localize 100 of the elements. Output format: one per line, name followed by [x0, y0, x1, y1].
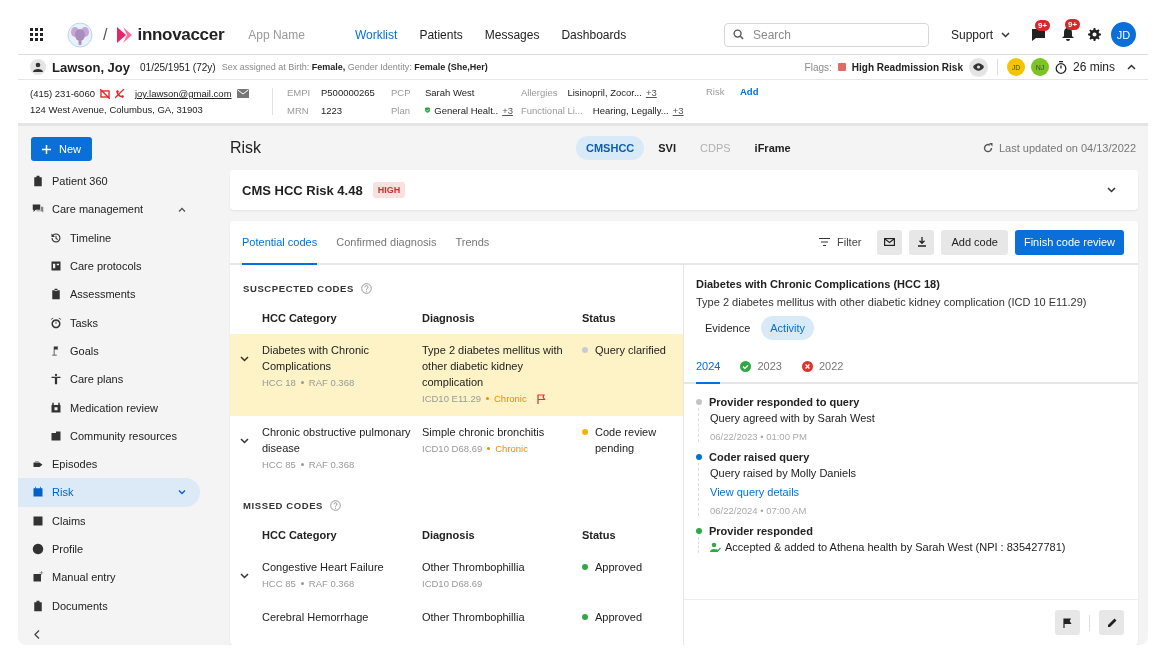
- nav-link[interactable]: Worklist: [354, 27, 398, 42]
- codes-tab[interactable]: Confirmed diagnosis: [336, 221, 437, 265]
- source-tab[interactable]: SVI: [648, 136, 686, 160]
- chevron-down-icon[interactable]: [240, 438, 249, 444]
- sidebar-subitem[interactable]: Medication review: [18, 393, 200, 422]
- visibility-button[interactable]: [968, 57, 988, 77]
- codes-tab[interactable]: Potential codes: [242, 221, 318, 265]
- sidebar-item[interactable]: Claims: [18, 506, 200, 535]
- chevron-down-icon[interactable]: [1107, 187, 1116, 193]
- source-tab[interactable]: iFrame: [744, 136, 801, 160]
- flag-marker-icon: [837, 63, 846, 71]
- more-link[interactable]: +3: [502, 104, 513, 116]
- separator: /: [103, 25, 108, 44]
- add-code-button[interactable]: Add code: [941, 229, 1008, 255]
- document-icon: [32, 514, 44, 527]
- chronic-tag: Chronic: [495, 443, 528, 454]
- sidebar-subitem[interactable]: Care protocols: [18, 251, 200, 281]
- chronic-tag: Chronic: [494, 393, 527, 404]
- detail-tab[interactable]: Evidence: [696, 316, 760, 340]
- email-link[interactable]: joy.lawson@gmail.com: [134, 88, 232, 99]
- risk-score-title: CMS HCC Risk 4.48: [242, 182, 363, 198]
- clipboard-icon: [32, 599, 44, 612]
- new-button[interactable]: New: [31, 137, 92, 161]
- nav-link[interactable]: Messages: [484, 27, 540, 42]
- detail-tab[interactable]: Activity: [761, 316, 815, 340]
- settings-icon[interactable]: [1088, 28, 1101, 41]
- blocked-message-icon: [99, 88, 110, 99]
- field-value: Hearing, Legally...: [592, 104, 669, 116]
- edit-button[interactable]: [1099, 610, 1124, 635]
- view-details-link[interactable]: View query details: [710, 486, 1126, 498]
- activity-time: 06/22/2024 • 07:00 AM: [710, 505, 808, 516]
- mail-button[interactable]: [877, 229, 903, 255]
- codes-tab[interactable]: Trends: [455, 221, 490, 265]
- diagnosis-text: Other Thrombophillia: [422, 560, 526, 575]
- year-tab[interactable]: 2023: [740, 350, 782, 384]
- sidebar-item[interactable]: Patient 360: [18, 167, 200, 196]
- sidebar-item[interactable]: Risk: [18, 478, 200, 507]
- mail-icon: [884, 238, 896, 246]
- support-menu[interactable]: Support: [950, 27, 1010, 42]
- filter-button[interactable]: Filter: [818, 236, 862, 248]
- flag-button[interactable]: [1055, 610, 1080, 635]
- clipboard-icon: [50, 288, 62, 301]
- code-row[interactable]: Diabetes with Chronic Complications HCC 18 RAF 0.368 Type 2 diabetes mellitus with other diabetic kidney complication ICD10 E11.29 Chronic Query clarified: [230, 334, 683, 416]
- year-tab[interactable]: 2022: [801, 350, 844, 384]
- code-row[interactable]: Congestive Heart Failure HCC 85 RAF 0.368 Other Thrombophillia ICD10 D68.69 Approved: [230, 551, 683, 601]
- status-text: Code review pending: [595, 425, 658, 456]
- patient-dob: 01/25/1951 (72y): [140, 61, 216, 73]
- activity-text: Accepted & added to Athena health by Sarah West (NPI : 835427781): [725, 541, 1066, 553]
- add-square-icon: [32, 571, 44, 584]
- hcc-category: Cerebral Hemorrhage: [262, 610, 370, 625]
- mail-icon[interactable]: [236, 89, 249, 98]
- source-tab[interactable]: CMSHCC: [576, 136, 645, 160]
- more-link[interactable]: +3: [672, 104, 684, 116]
- sidebar-item[interactable]: Profile: [18, 534, 200, 564]
- download-button[interactable]: [909, 229, 935, 255]
- year-tab[interactable]: 2024: [696, 350, 721, 384]
- status-text: Approved: [595, 610, 643, 625]
- activity-time: 06/22/2023 • 01:00 PM: [710, 431, 808, 442]
- raf-score: RAF 0.368: [308, 578, 355, 589]
- sidebar-subitem[interactable]: Care plans: [18, 365, 200, 394]
- field-value: Lisinopril, Zocor...: [567, 87, 642, 98]
- code-row[interactable]: Cerebral Hemorrhage Other Thrombophillia Approved: [230, 601, 683, 637]
- field-label: Risk: [706, 86, 726, 97]
- more-link[interactable]: +3: [645, 87, 657, 98]
- chevron-down-icon[interactable]: [240, 573, 249, 579]
- sidebar-subitem[interactable]: Assessments: [18, 280, 200, 309]
- sidebar-subitem[interactable]: Timeline: [18, 223, 200, 252]
- code-row[interactable]: Chronic obstructive pulmonary disease HCC 85 RAF 0.368 Simple chronic bronchitis ICD10 D68.69 Chronic Code review pending: [230, 416, 683, 482]
- sidebar-subitem[interactable]: Community resources: [18, 421, 200, 450]
- apps-grid-icon[interactable]: [30, 28, 43, 41]
- status-text: Approved: [595, 560, 643, 575]
- column-header: Status: [582, 529, 617, 541]
- raf-score: RAF 0.368: [308, 377, 355, 388]
- refresh-icon[interactable]: [983, 143, 993, 153]
- sidebar-item[interactable]: Episodes: [18, 449, 200, 479]
- sidebar-item[interactable]: Documents: [18, 591, 200, 620]
- sidebar-subitem[interactable]: Goals: [18, 336, 200, 366]
- user-avatar[interactable]: JD: [1111, 22, 1136, 47]
- nav-link[interactable]: Patients: [419, 27, 463, 42]
- chevron-left-icon[interactable]: [34, 629, 40, 639]
- field-label: MRN: [287, 104, 310, 116]
- add-link[interactable]: Add: [740, 86, 759, 97]
- chevron-down-icon: [1001, 31, 1010, 38]
- bell-icon[interactable]: [1062, 28, 1074, 41]
- alarm-clock-icon: [50, 316, 62, 329]
- building-icon: [50, 429, 62, 442]
- field-label: EMPI: [287, 87, 311, 98]
- sidebar-item[interactable]: Care management: [18, 195, 200, 224]
- phone-off-icon: [114, 88, 125, 99]
- sidebar-item[interactable]: Manual entry: [18, 563, 200, 592]
- hcc-code: HCC 85: [262, 459, 296, 470]
- activity-title: Coder raised query: [709, 451, 810, 463]
- search-field[interactable]: Search: [723, 22, 929, 47]
- nav-link[interactable]: Dashboards: [561, 27, 627, 42]
- finish-review-button[interactable]: Finish code review: [1014, 229, 1124, 255]
- flag-icon[interactable]: [536, 393, 546, 404]
- chevron-up-icon[interactable]: [1127, 64, 1136, 70]
- icd-code: ICD10 D68.69: [422, 578, 483, 589]
- sidebar-subitem[interactable]: Tasks: [18, 308, 200, 337]
- chevron-down-icon[interactable]: [240, 356, 249, 362]
